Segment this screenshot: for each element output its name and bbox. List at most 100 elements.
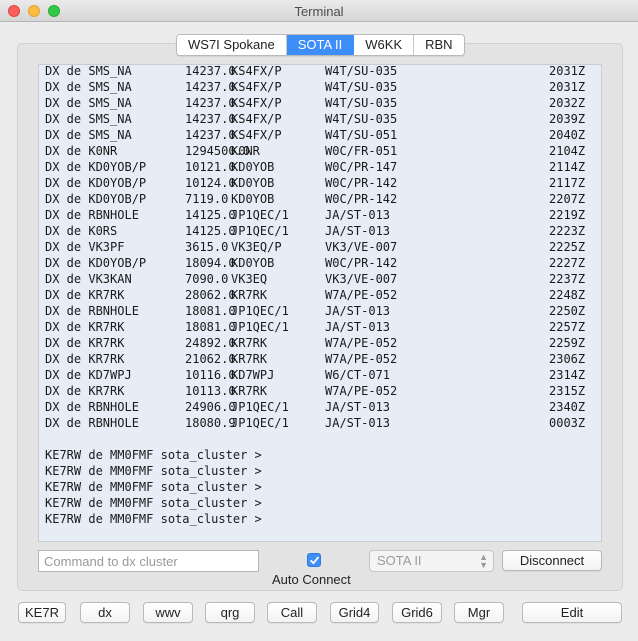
spot-line: DX de KD0YOB/P 7119.0 KD0YOB W0C/PR-142 2207… (45, 191, 601, 207)
cluster-select[interactable]: SOTA II ▲ ▼ (369, 550, 494, 572)
spot-time: 2306Z (549, 352, 586, 366)
spot-line: DX de RBNHOLE 14125.0 JP1QEC/1 JA/ST-013 221… (45, 207, 601, 223)
spot-frequency: 14125.0 (185, 224, 236, 238)
spot-spotter: DX de RBNHOLE (45, 400, 139, 414)
grid4-button[interactable]: Grid4 (330, 602, 379, 623)
cluster-select-value: SOTA II (377, 553, 422, 568)
spot-time: 2031Z (549, 80, 586, 94)
spot-time: 2257Z (549, 320, 586, 334)
disconnect-button[interactable]: Disconnect (502, 550, 602, 571)
command-input[interactable] (38, 550, 259, 572)
auto-connect-checkbox[interactable] (307, 553, 321, 567)
spot-callsign: KS4FX/P (231, 64, 282, 78)
callsign-button[interactable]: KE7R (18, 602, 66, 623)
spot-spotter: DX de KD7WPJ (45, 368, 132, 382)
spot-callsign: VK3EQ/P (231, 240, 282, 254)
spot-callsign: KD0YOB (231, 160, 275, 174)
checkmark-icon (310, 556, 319, 565)
spot-time: 2314Z (549, 368, 586, 382)
spot-time: 2227Z (549, 256, 586, 270)
spot-spotter: DX de SMS_NA (45, 112, 132, 126)
spot-summit: W7A/PE-052 (325, 384, 398, 398)
prompt-line: KE7RW de MM0FMF sota_cluster > (45, 448, 262, 462)
spot-frequency: 14237.0 (185, 96, 236, 110)
spot-callsign: KR7RK (231, 352, 268, 366)
spot-line: DX de KD7WPJ 10116.0 KD7WPJ W6/CT-071 2314Z (45, 367, 601, 383)
qrg-button[interactable]: qrg (205, 602, 255, 623)
spot-frequency: 14125.0 (185, 208, 236, 222)
grid6-button[interactable]: Grid6 (392, 602, 442, 623)
spot-spotter: DX de KR7RK (45, 320, 125, 334)
auto-connect-label: Auto Connect (272, 572, 351, 587)
call-button[interactable]: Call (267, 602, 317, 623)
prompt-line: KE7RW de MM0FMF sota_cluster > (45, 512, 262, 526)
spot-time: 2237Z (549, 272, 586, 286)
spot-spotter: DX de SMS_NA (45, 96, 132, 110)
spot-spotter: DX de VK3PF (45, 240, 125, 254)
spot-summit: W4T/SU-035 (325, 64, 398, 78)
spot-line: DX de K0RS 14125.0 JP1QEC/1 JA/ST-013 2223Z (45, 223, 601, 239)
spot-spotter: DX de K0RS (45, 224, 118, 238)
tab-w6kk[interactable]: W6KK (354, 35, 415, 55)
spot-time: 2207Z (549, 192, 586, 206)
spot-summit: W7A/PE-052 (325, 352, 398, 366)
spot-frequency: 24892.0 (185, 336, 236, 350)
spot-frequency: 7090.0 (185, 272, 229, 286)
tab-rbn[interactable]: RBN (414, 35, 464, 55)
spot-spotter: DX de KR7RK (45, 336, 125, 350)
spot-time: 2117Z (549, 176, 586, 190)
spot-callsign: KS4FX/P (231, 128, 282, 142)
spot-callsign: JP1QEC/1 (231, 208, 289, 222)
spot-frequency: 7119.0 (185, 192, 229, 206)
spot-spotter: DX de RBNHOLE (45, 208, 139, 222)
mgr-button[interactable]: Mgr (454, 602, 504, 623)
wwv-button[interactable]: wwv (143, 602, 193, 623)
spot-summit: JA/ST-013 (325, 304, 391, 318)
spot-spotter: DX de K0NR (45, 144, 118, 158)
spot-callsign: JP1QEC/1 (231, 400, 289, 414)
cluster-tabs: WS7I Spokane SOTA II W6KK RBN (176, 34, 465, 56)
spot-summit: VK3/VE-007 (325, 272, 398, 286)
edit-button[interactable]: Edit (522, 602, 622, 623)
spot-summit: W0C/PR-142 (325, 176, 398, 190)
spot-frequency: 18081.0 (185, 304, 236, 318)
spot-frequency: 28062.0 (185, 288, 236, 302)
terminal-output[interactable]: DX de SMS_NA 14237.0 KS4FX/P W4T/SU-035 2031… (38, 64, 602, 542)
spot-summit: W4T/SU-051 (325, 128, 398, 142)
spot-time: 2219Z (549, 208, 586, 222)
spot-spotter: DX de SMS_NA (45, 80, 132, 94)
spot-line: DX de SMS_NA 14237.0 KS4FX/P W4T/SU-035 2039… (45, 111, 601, 127)
spot-line: DX de KR7RK 21062.0 KR7RK W7A/PE-052 2306Z (45, 351, 601, 367)
spot-line: DX de KR7RK 18081.0 JP1QEC/1 JA/ST-013 2257Z (45, 319, 601, 335)
spot-time: 2223Z (549, 224, 586, 238)
spot-frequency: 24906.0 (185, 400, 236, 414)
spot-time: 2031Z (549, 64, 586, 78)
spot-spotter: DX de RBNHOLE (45, 416, 139, 430)
spot-line: DX de KR7RK 10113.0 KR7RK W7A/PE-052 2315Z (45, 383, 601, 399)
spot-line: DX de RBNHOLE 24906.0 JP1QEC/1 JA/ST-013 234… (45, 399, 601, 415)
spot-summit: JA/ST-013 (325, 400, 391, 414)
spot-callsign: KR7RK (231, 336, 268, 350)
spot-summit: W7A/PE-052 (325, 288, 398, 302)
spot-callsign: KR7RK (231, 384, 268, 398)
spot-line: DX de KR7RK 28062.0 KR7RK W7A/PE-052 2248Z (45, 287, 601, 303)
spot-time: 2340Z (549, 400, 586, 414)
spot-line: DX de KD0YOB/P 18094.0 KD0YOB W0C/PR-142 222… (45, 255, 601, 271)
spot-time: 0003Z (549, 416, 586, 430)
spot-callsign: KS4FX/P (231, 96, 282, 110)
spot-summit: VK3/VE-007 (325, 240, 398, 254)
window-title: Terminal (294, 4, 344, 19)
spot-time: 2114Z (549, 160, 586, 174)
spot-summit: W0C/FR-051 (325, 144, 398, 158)
tab-ws7i-spokane[interactable]: WS7I Spokane (177, 35, 287, 55)
spot-frequency: 10113.0 (185, 384, 236, 398)
spot-frequency: 14237.0 (185, 112, 236, 126)
spot-summit: JA/ST-013 (325, 208, 391, 222)
prompt-line: KE7RW de MM0FMF sota_cluster > (45, 496, 262, 510)
tab-sota-ii[interactable]: SOTA II (286, 35, 355, 55)
dx-button[interactable]: dx (80, 602, 130, 623)
spot-line: DX de SMS_NA 14237.0 KS4FX/P W4T/SU-035 2032… (45, 95, 601, 111)
spot-spotter: DX de KR7RK (45, 288, 125, 302)
spot-spotter: DX de KR7RK (45, 384, 125, 398)
spot-callsign: JP1QEC/1 (231, 416, 289, 430)
